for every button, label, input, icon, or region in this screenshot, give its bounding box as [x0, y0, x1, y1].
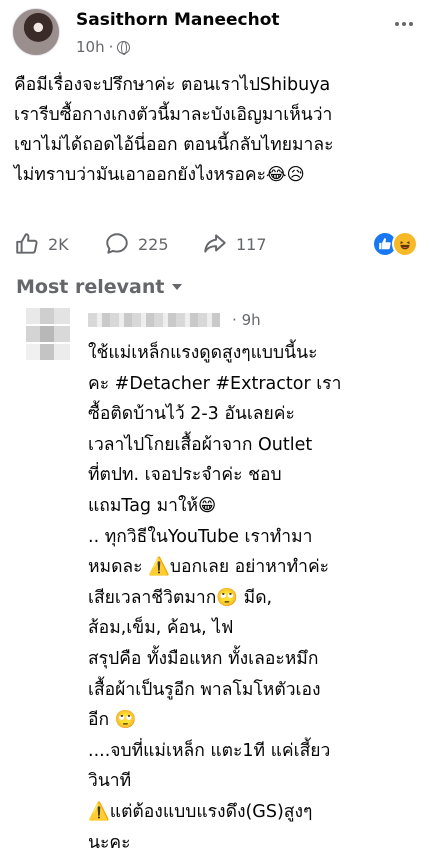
comment-sort-dropdown[interactable]: Most relevant — [16, 276, 183, 298]
globe-icon[interactable] — [117, 40, 131, 55]
comment-line: ส้อม,เข็ม, ค้อน, ไฟ — [88, 618, 234, 639]
thumbs-up-icon — [16, 233, 38, 254]
like-count: 2K — [48, 234, 69, 254]
comment-line: คะ #Detacher #Extractor เรา — [88, 373, 342, 394]
more-dot — [395, 22, 399, 26]
post-time[interactable]: 10h — [76, 38, 105, 56]
comment-line: สรุปคือ ทั้งมือแหก ทั้งเลอะหมึก — [88, 648, 319, 669]
more-dot — [409, 22, 413, 26]
comment-line: ใช้แม่เหล็กแรงดูดสูงๆแบบนี้นะ — [88, 343, 318, 363]
share-count: 117 — [236, 234, 267, 254]
comment-count: 225 — [138, 234, 169, 254]
haha-reaction-icon — [392, 231, 418, 257]
post-line: เขาไม่ได้ถอดไอ้นี่ออก ตอนนี้กลับไทยมาละ — [14, 135, 334, 155]
comment-line: ....จบที่แม่เหล็ก แตะ1ที แค่เสี้ยว — [88, 740, 331, 761]
comment-bubble-icon — [106, 233, 128, 254]
comment-time[interactable]: · 9h — [232, 311, 261, 329]
comment-line: แถมTag มาให้😁 — [88, 495, 217, 516]
comment-line: วินาที — [88, 771, 132, 792]
more-options-button[interactable] — [392, 14, 416, 34]
post-line: คือมีเรื่องจะปรึกษาค่ะ ตอนเราไปShibuya — [14, 75, 331, 95]
sort-label: Most relevant — [16, 276, 165, 298]
post-body: คือมีเรื่องจะปรึกษาค่ะ ตอนเราไปShibuya เ… — [14, 70, 424, 190]
author-name[interactable]: Sasithorn Maneechot — [76, 10, 280, 30]
comment-line: เสียเวลาชีวิตมาก🙄 มีด, — [88, 587, 273, 608]
post-header: Sasithorn Maneechot 10h · — [12, 8, 418, 56]
comment-line: .. ทุกวิธีในYouTube เราทำมา — [88, 526, 313, 547]
share-arrow-icon — [204, 234, 226, 253]
post-line: เรารีบซื้อกางเกงตัวนี้มาละบังเอิญมาเห็นว… — [14, 105, 333, 125]
comment-line: เสื้อผ้าเป็นรูอีก พาลโมโหตัวเอง — [88, 679, 321, 700]
post-line: ไม่ทราบว่ามันเอาออกยังไงหรอคะ😂😥 — [14, 165, 305, 185]
post-actions: 2K 225 117 — [14, 228, 420, 260]
commenter-name-redacted[interactable] — [88, 313, 220, 327]
caret-down-icon — [172, 284, 183, 290]
comment-line: ⚠️แต่ต้องแบบแรงดึง(GS)สูงๆ — [88, 801, 313, 822]
share-button[interactable]: 117 — [202, 228, 267, 260]
commenter-avatar[interactable] — [26, 308, 70, 362]
comment-body: ใช้แม่เหล็กแรงดูดสูงๆแบบนี้นะ คะ #Detach… — [88, 338, 418, 858]
comment-line: อีก 🙄 — [88, 710, 137, 731]
comment-line: นะคะ — [88, 832, 131, 853]
comment-line: หมดละ ⚠️บอกเลย อย่าหาทำค่ะ — [88, 557, 330, 578]
comment-line: ซื้อติดบ้านไว้ 2-3 อันเลยค่ะ — [88, 404, 295, 425]
reaction-summary[interactable] — [372, 231, 420, 257]
comment-button[interactable]: 225 — [104, 228, 169, 260]
like-button[interactable]: 2K — [14, 228, 69, 260]
comment-time-separator: · — [232, 311, 237, 329]
post-meta: 10h · — [76, 38, 131, 56]
author-avatar[interactable] — [12, 8, 60, 56]
more-dot — [402, 22, 406, 26]
comment-line: เวลาไปโกยเสื้อผ้าจาก Outlet — [88, 434, 313, 455]
comment-line: ที่ตปท. เจอประจำค่ะ ชอบ — [88, 465, 282, 486]
meta-separator: · — [108, 38, 114, 56]
comment-time-value: 9h — [241, 311, 261, 329]
